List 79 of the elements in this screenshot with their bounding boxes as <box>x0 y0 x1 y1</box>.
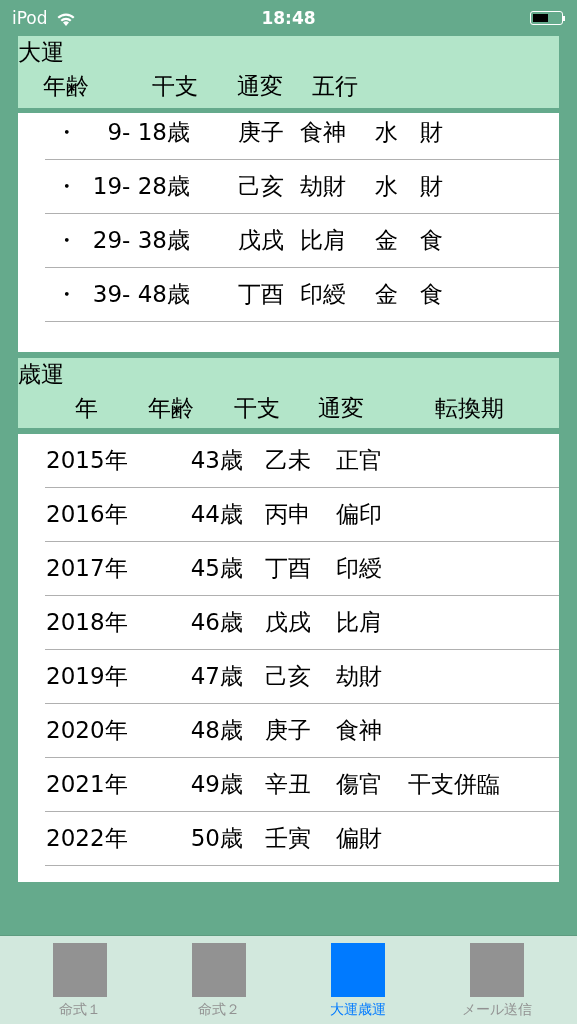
square-icon <box>470 943 525 997</box>
table-cell-text: 比肩 <box>336 608 383 637</box>
table-cell-text: 金 <box>375 280 399 309</box>
tab[interactable]: メール送信 <box>442 936 553 1024</box>
table-cell-text: ・ <box>55 226 75 255</box>
tab[interactable]: 命式２ <box>163 936 274 1024</box>
table-cell-text: 己亥 <box>237 172 285 201</box>
column-header: 年齢 <box>43 72 90 101</box>
table-cell-text: 辛丑 <box>264 770 312 799</box>
table-cell-text: 2018年 <box>46 608 129 637</box>
table-cell-text: 43歳 <box>189 446 243 475</box>
section-title: 歳運 <box>18 360 65 389</box>
section-title: 大運 <box>18 38 65 67</box>
table-cell-text: 2019年 <box>46 662 129 691</box>
table-cell-text: 食 <box>420 226 443 255</box>
column-header: 通変 <box>318 394 365 423</box>
table-cell-text: 傷官 <box>336 770 383 799</box>
table-cell-text: 49歳 <box>189 770 243 799</box>
table-cell-text: 己亥 <box>264 662 312 691</box>
table-cell-text: 正官 <box>336 446 383 475</box>
clock-time: 18:48 <box>261 8 316 28</box>
column-header: 年齢 <box>148 394 195 423</box>
table-cell-text: 金 <box>375 226 399 255</box>
square-icon <box>191 943 246 997</box>
table-cell-text: 2020年 <box>46 716 129 745</box>
table-cell-text: 壬寅 <box>264 824 312 853</box>
table-cell-text: 印綬 <box>336 554 383 583</box>
table-cell-text: 水 <box>375 118 399 147</box>
table-cell-text: 食神 <box>336 716 383 745</box>
table-cell-text: 2021年 <box>46 770 129 799</box>
table-cell-text: 戊戌 <box>237 226 285 255</box>
table-cell-text: 偏印 <box>336 500 383 529</box>
table-cell-text: 2017年 <box>46 554 129 583</box>
table-cell-text: 丁酉 <box>237 280 285 309</box>
table-cell-text: 2016年 <box>46 500 129 529</box>
table-cell-text: 丁酉 <box>264 554 312 583</box>
table-cell-text: 45歳 <box>189 554 243 583</box>
table-cell-text: 2022年 <box>46 824 129 853</box>
column-header: 干支 <box>234 394 281 423</box>
table-cell-text: ・ <box>55 118 75 147</box>
table-cell-text: 財 <box>420 118 443 147</box>
table-cell-text: 干支併臨 <box>408 770 500 799</box>
table-cell-text: 47歳 <box>189 662 243 691</box>
table-cell-text: 39- 48歳 <box>91 280 190 309</box>
table-cell-text: 丙申 <box>264 500 312 529</box>
table-cell-text: 9- 18歳 <box>106 118 190 147</box>
column-header: 干支 <box>152 72 199 101</box>
table-cell-text: ・ <box>55 172 75 201</box>
table-cell-text: 庚子 <box>264 716 312 745</box>
square-icon <box>331 943 386 997</box>
table-cell-text: 劫財 <box>336 662 383 691</box>
table-cell-text: 食神 <box>300 118 347 147</box>
table-cell-text: 44歳 <box>189 500 243 529</box>
table-cell-text: 劫財 <box>300 172 347 201</box>
battery-icon <box>530 11 565 25</box>
tab[interactable]: 命式１ <box>24 936 135 1024</box>
table-cell-text: 水 <box>375 172 399 201</box>
table-cell-text: 29- 38歳 <box>91 226 190 255</box>
tab[interactable]: 大運歳運 <box>303 936 414 1024</box>
column-header: 通変 <box>237 72 284 101</box>
table-cell-text: 48歳 <box>189 716 243 745</box>
table-cell-text: 2015年 <box>46 446 129 475</box>
table-cell-text: 19- 28歳 <box>91 172 190 201</box>
table-cell-text: 比肩 <box>300 226 347 255</box>
table-cell-text: 乙未 <box>264 446 312 475</box>
table-cell-text: ・ <box>55 280 75 309</box>
column-header: 転換期 <box>435 394 504 423</box>
table-cell-text: 庚子 <box>237 118 285 147</box>
table-cell-text: 財 <box>420 172 443 201</box>
carrier-name: iPod <box>12 8 48 28</box>
table-cell-text: 偏財 <box>336 824 383 853</box>
table-cell-text: 戊戌 <box>264 608 312 637</box>
table-cell-text: 印綬 <box>300 280 347 309</box>
table-cell-text: 50歳 <box>189 824 243 853</box>
table-cell-text: 46歳 <box>189 608 243 637</box>
column-header: 年 <box>75 394 99 423</box>
table-cell-text: 食 <box>420 280 443 309</box>
column-header: 五行 <box>312 72 358 101</box>
square-icon <box>52 943 107 997</box>
